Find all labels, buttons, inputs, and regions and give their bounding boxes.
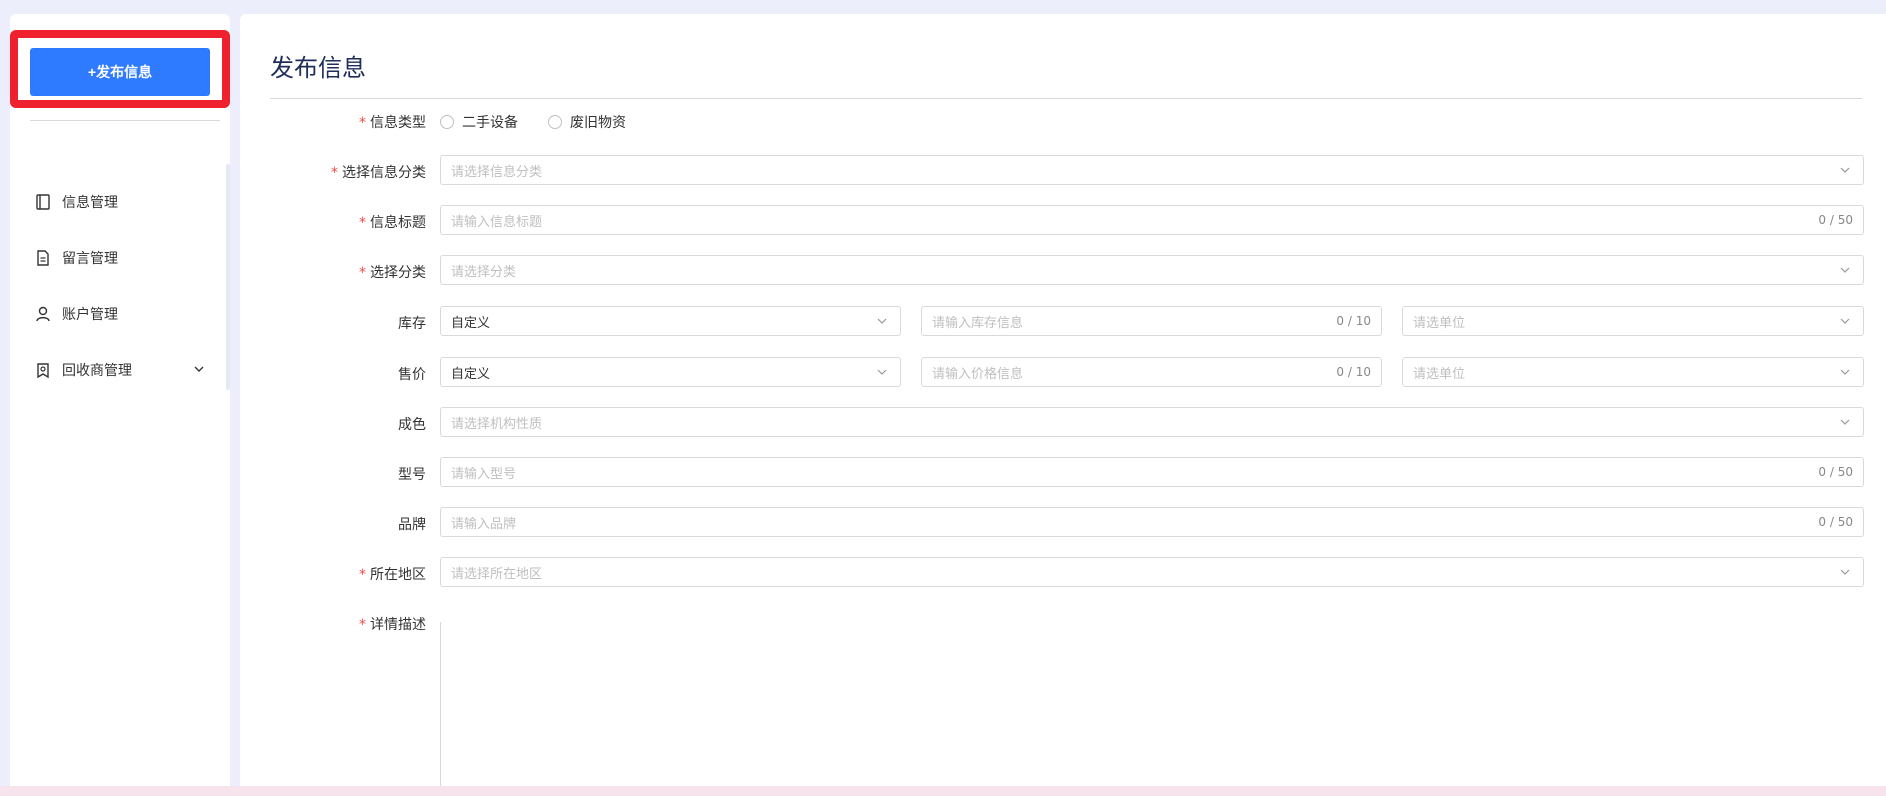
info-title-input[interactable]: 请输入信息标题 0 / 50 <box>440 205 1864 235</box>
chevron-down-icon <box>1840 167 1850 173</box>
required-mark: * <box>359 265 366 281</box>
brand-label: 品牌 <box>398 517 426 533</box>
sidebar-menu: 信息管理 留言管理 账户管理 回收商管理 <box>10 174 230 398</box>
brand-input[interactable]: 请输入品牌 0 / 50 <box>440 507 1864 537</box>
badge-icon <box>34 361 52 379</box>
title-divider <box>270 98 1862 99</box>
info-type-label: * 信息类型 <box>359 115 426 131</box>
price-unit-select[interactable]: 请选单位 <box>1402 357 1864 387</box>
info-category-select[interactable]: 请选择信息分类 <box>440 155 1864 185</box>
model-label: 型号 <box>398 467 426 483</box>
region-select[interactable]: 请选择所在地区 <box>440 557 1864 587</box>
chevron-down-icon <box>1840 318 1850 324</box>
stock-label: 库存 <box>398 316 426 332</box>
price-input[interactable]: 请输入价格信息 0 / 10 <box>921 357 1382 387</box>
sidebar-item-info-management[interactable]: 信息管理 <box>10 174 230 230</box>
sidebar: +发布信息 信息管理 留言管理 账户管理 回收商管理 <box>10 14 230 796</box>
char-counter: 0 / 50 <box>1818 213 1853 227</box>
stock-mode-select[interactable]: 自定义 <box>440 306 901 336</box>
chevron-down-icon[interactable] <box>192 362 206 376</box>
radio-waste-materials[interactable]: 废旧物资 <box>548 112 626 132</box>
chevron-down-icon <box>1840 369 1850 375</box>
radio-circle[interactable] <box>440 115 454 129</box>
price-label: 售价 <box>398 367 426 383</box>
chevron-down-icon <box>877 318 887 324</box>
chevron-down-icon <box>1840 267 1850 273</box>
model-input[interactable]: 请输入型号 0 / 50 <box>440 457 1864 487</box>
info-type-radio-group: 二手设备 废旧物资 <box>440 112 656 132</box>
user-icon <box>34 305 52 323</box>
category-select[interactable]: 请选择分类 <box>440 255 1864 285</box>
publish-info-button[interactable]: +发布信息 <box>30 48 210 96</box>
required-mark: * <box>331 165 338 181</box>
required-mark: * <box>359 215 366 231</box>
sidebar-item-label: 回收商管理 <box>62 363 132 379</box>
info-category-label: * 选择信息分类 <box>331 165 426 181</box>
radio-used-equipment[interactable]: 二手设备 <box>440 112 518 132</box>
book-icon <box>34 193 52 211</box>
char-counter: 0 / 10 <box>1336 314 1371 328</box>
sidebar-item-recycler-management[interactable]: 回收商管理 <box>10 342 230 398</box>
sidebar-scrollbar[interactable] <box>226 164 230 390</box>
stock-unit-select[interactable]: 请选单位 <box>1402 306 1864 336</box>
footer-strip <box>0 786 1886 796</box>
main-panel: 发布信息 * 信息类型 二手设备 废旧物资 * 选择信息分类 请选择信息分类 * 信息… <box>240 14 1886 796</box>
sidebar-item-message-management[interactable]: 留言管理 <box>10 230 230 286</box>
required-mark: * <box>359 617 366 633</box>
chevron-down-icon <box>1840 569 1850 575</box>
sidebar-divider <box>30 120 220 121</box>
char-counter: 0 / 10 <box>1336 365 1371 379</box>
sidebar-item-label: 账户管理 <box>62 307 118 323</box>
condition-select[interactable]: 请选择机构性质 <box>440 407 1864 437</box>
required-mark: * <box>359 115 366 131</box>
char-counter: 0 / 50 <box>1818 515 1853 529</box>
chevron-down-icon <box>877 369 887 375</box>
category-label: * 选择分类 <box>359 265 426 281</box>
chevron-down-icon <box>1840 419 1850 425</box>
required-mark: * <box>359 567 366 583</box>
sidebar-item-label: 信息管理 <box>62 195 118 211</box>
sidebar-item-account-management[interactable]: 账户管理 <box>10 286 230 342</box>
region-label: * 所在地区 <box>359 567 426 583</box>
char-counter: 0 / 50 <box>1818 465 1853 479</box>
sidebar-item-label: 留言管理 <box>62 251 118 267</box>
radio-circle[interactable] <box>548 115 562 129</box>
publish-highlight-frame: +发布信息 <box>10 30 230 108</box>
stock-input[interactable]: 请输入库存信息 0 / 10 <box>921 306 1382 336</box>
description-editor[interactable] <box>440 622 1864 796</box>
document-icon <box>34 249 52 267</box>
info-title-label: * 信息标题 <box>359 215 426 231</box>
condition-label: 成色 <box>398 417 426 433</box>
description-label: * 详情描述 <box>359 617 426 633</box>
page-title: 发布信息 <box>270 54 366 82</box>
price-mode-select[interactable]: 自定义 <box>440 357 901 387</box>
